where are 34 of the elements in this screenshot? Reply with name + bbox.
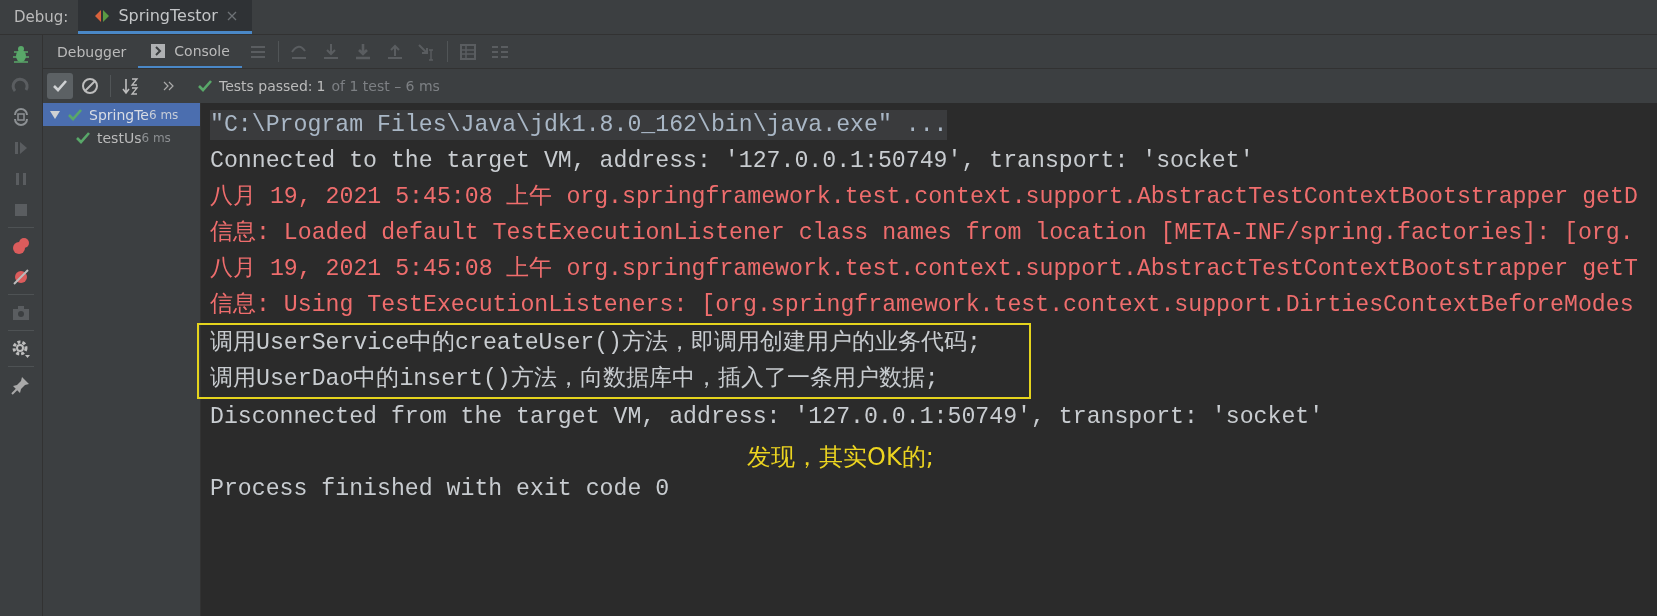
ignored-icon[interactable] — [81, 77, 99, 95]
bug-icon[interactable] — [11, 44, 31, 65]
console-icon — [150, 42, 167, 59]
run-tab[interactable]: SpringTestor — [78, 0, 252, 34]
settings-icon[interactable] — [11, 338, 31, 359]
error-line: 八月 19, 2021 5:45:08 上午 org.springframework.test.context.support.AbstractTestContextBootstrapper getD — [210, 183, 1639, 212]
console-line: 调用UserDao中的insert()方法，向数据库中，插入了一条用户数据; — [210, 364, 940, 394]
console-line: 调用UserService中的createUser()方法，即调用创建用户的业务代码; — [210, 328, 981, 358]
console-line: Connected to the target VM, address: '127.0.0.1:50749', transport: 'socket' — [210, 147, 1255, 176]
console-line: Process finished with exit code 0 — [210, 475, 671, 504]
breakpoints-icon[interactable] — [11, 235, 31, 256]
tool-tab[interactable]: Debugger — [43, 35, 139, 68]
pin-icon[interactable] — [11, 374, 31, 395]
chevron-icon[interactable] — [163, 81, 175, 91]
sort-icon[interactable] — [122, 77, 140, 95]
debug-label: Debug: — [13, 7, 70, 28]
tree-item[interactable]: testUs6 ms — [43, 126, 200, 149]
error-line: 信息: Using TestExecutionListeners: [org.springframework.test.context.support.DirtiesContextBeforeModes — [210, 291, 1635, 320]
mute-breakpoints-icon[interactable] — [11, 266, 31, 287]
status-label: Tests passed: — [219, 78, 313, 94]
check-icon — [197, 78, 213, 94]
close-icon[interactable] — [225, 9, 238, 22]
error-line: 八月 19, 2021 5:45:08 上午 org.springframework.test.context.support.AbstractTestContextBootstrapper getT — [210, 255, 1639, 284]
error-line: 信息: Loaded default TestExecutionListener class names from location [META-INF/spring.factories]: [org. — [210, 219, 1635, 248]
run-config-icon — [94, 7, 111, 24]
table-icon[interactable] — [457, 41, 478, 62]
restore-layout-icon[interactable] — [11, 106, 31, 127]
annotation-text: 发现，其实OK的; — [747, 442, 934, 473]
passed-count: 1 — [316, 78, 326, 94]
tree-item[interactable]: SpringTe6 ms — [43, 103, 200, 126]
check-icon[interactable] — [52, 78, 68, 94]
console-line: Disconnected from the target VM, address: '127.0.0.1:50749', transport: 'socket' — [210, 403, 1325, 432]
status-detail: of 1 test – 6 ms — [331, 78, 440, 94]
expand-arrow-icon[interactable] — [49, 108, 61, 121]
